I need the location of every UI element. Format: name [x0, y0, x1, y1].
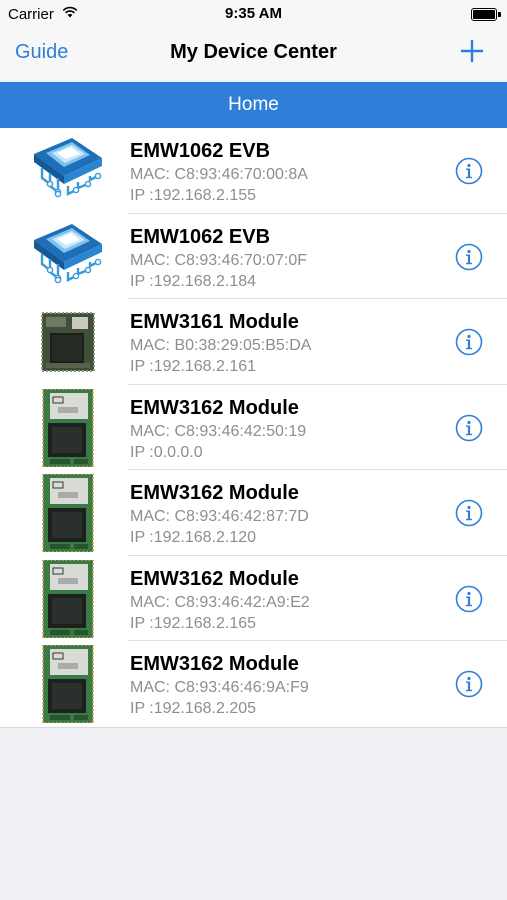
device-row[interactable]: EMW1062 EVB MAC: C8:93:46:70:00:8A IP :1… — [0, 128, 507, 214]
device-name: EMW1062 EVB — [130, 225, 271, 248]
page-title: My Device Center — [170, 41, 337, 63]
device-ip: IP :192.168.2.161 — [130, 358, 257, 375]
device-name: EMW1062 EVB — [130, 140, 271, 162]
device-name: EMW3162 Module — [130, 396, 299, 419]
device-ip: IP :192.168.2.205 — [130, 700, 257, 717]
device-mac: MAC: C8:93:46:46:9A:F9 — [130, 679, 309, 696]
device-list: EMW1062 EVB MAC: C8:93:46:70:00:8A IP :1… — [0, 128, 507, 728]
device-ip: IP :192.168.2.155 — [130, 187, 257, 204]
device-ip: IP :192.168.2.184 — [130, 272, 257, 290]
info-icon[interactable] — [455, 670, 483, 698]
device-mac: MAC: C8:93:46:70:07:0F — [130, 251, 307, 269]
module-3162-image — [28, 560, 106, 638]
plus-icon[interactable] — [459, 36, 485, 66]
device-row[interactable]: EMW3162 Module MAC: C8:93:46:46:9A:F9 IP… — [0, 641, 507, 727]
info-icon[interactable] — [455, 585, 483, 613]
clock: 9:35 AM — [225, 5, 282, 22]
info-icon[interactable] — [455, 243, 483, 271]
module-3162-image — [28, 474, 106, 552]
module-3162-image — [28, 389, 106, 467]
device-name: EMW3162 Module — [130, 653, 299, 675]
device-name: EMW3162 Module — [130, 567, 299, 590]
info-icon[interactable] — [455, 157, 483, 185]
navigation-bar: Guide My Device Center — [0, 30, 507, 80]
device-ip: IP :192.168.2.120 — [130, 529, 257, 546]
device-row[interactable]: EMW3161 Module MAC: B0:38:29:05:B5:DA IP… — [0, 299, 507, 385]
chip-board-icon — [28, 132, 106, 210]
device-mac: MAC: C8:93:46:42:87:7D — [130, 508, 309, 525]
device-ip: IP :0.0.0.0 — [130, 443, 203, 461]
status-bar: Carrier 9:35 AM — [0, 0, 507, 30]
module-3161-image — [28, 303, 106, 381]
device-ip: IP :192.168.2.165 — [130, 614, 257, 632]
device-name: EMW3161 Module — [130, 311, 299, 333]
device-name: EMW3162 Module — [130, 482, 299, 504]
device-mac: MAC: C8:93:46:70:00:8A — [130, 166, 308, 183]
device-row[interactable]: EMW1062 EVB MAC: C8:93:46:70:07:0F IP :1… — [0, 214, 507, 300]
device-row[interactable]: EMW3162 Module MAC: C8:93:46:42:50:19 IP… — [0, 385, 507, 471]
section-label: Home — [228, 94, 279, 115]
battery-icon — [471, 8, 497, 21]
device-row[interactable]: EMW3162 Module MAC: C8:93:46:42:A9:E2 IP… — [0, 556, 507, 642]
info-icon[interactable] — [455, 499, 483, 527]
module-3162-image — [28, 645, 106, 723]
device-mac: MAC: B0:38:29:05:B5:DA — [130, 337, 312, 354]
info-icon[interactable] — [455, 414, 483, 442]
info-icon[interactable] — [455, 328, 483, 356]
device-mac: MAC: C8:93:46:42:50:19 — [130, 422, 307, 440]
battery-tip — [498, 12, 501, 17]
chip-board-icon — [28, 218, 106, 296]
home-section-header: Home — [0, 82, 507, 128]
device-mac: MAC: C8:93:46:42:A9:E2 — [130, 593, 310, 611]
device-row[interactable]: EMW3162 Module MAC: C8:93:46:42:87:7D IP… — [0, 470, 507, 556]
